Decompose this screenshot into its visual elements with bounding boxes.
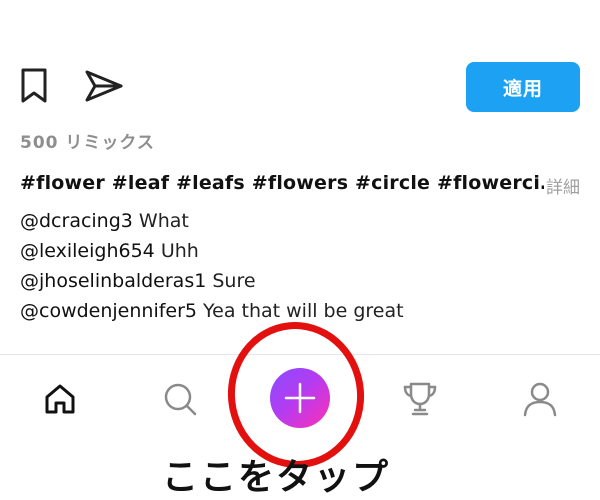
send-icon	[85, 70, 123, 102]
comment-text: Uhh	[154, 240, 199, 262]
hashtags-text: #flower #leaf #leafs #flowers #circle #f…	[20, 172, 560, 194]
home-icon	[45, 384, 75, 414]
tab-profile[interactable]	[518, 377, 562, 421]
comment-username[interactable]: @jhoselinbalderas1	[20, 270, 206, 292]
comment-item: @lexileigh654 Uhh	[20, 240, 199, 262]
comment-text: Yea that will be great	[197, 300, 404, 322]
comment-text: What	[132, 210, 189, 232]
tab-trophy[interactable]	[398, 377, 442, 421]
comment-item: @cowdenjennifer5 Yea that will be great	[20, 300, 404, 322]
comment-username[interactable]: @dcracing3	[20, 210, 133, 232]
hashtags-row: #flower #leaf #leafs #flowers #circle #f…	[20, 172, 590, 200]
comment-username[interactable]: @lexileigh654	[20, 240, 155, 262]
comment-username[interactable]: @cowdenjennifer5	[20, 300, 197, 322]
remix-count: 500 リミックス	[20, 133, 155, 153]
trophy-icon	[403, 382, 437, 416]
tap-here-caption: ここをタップ	[162, 456, 391, 498]
comment-item: @jhoselinbalderas1 Sure	[20, 270, 256, 292]
comment-item: @dcracing3 What	[20, 210, 189, 232]
comment-text: Sure	[206, 270, 256, 292]
profile-icon	[523, 382, 557, 417]
tab-home[interactable]	[38, 377, 82, 421]
search-icon	[164, 383, 197, 416]
more-link[interactable]: 詳細	[544, 173, 580, 198]
send-button[interactable]	[84, 66, 124, 106]
apply-button[interactable]: 適用	[466, 62, 580, 112]
tab-search[interactable]	[158, 377, 202, 421]
bookmark-button[interactable]	[14, 66, 54, 106]
bookmark-icon	[21, 68, 47, 103]
